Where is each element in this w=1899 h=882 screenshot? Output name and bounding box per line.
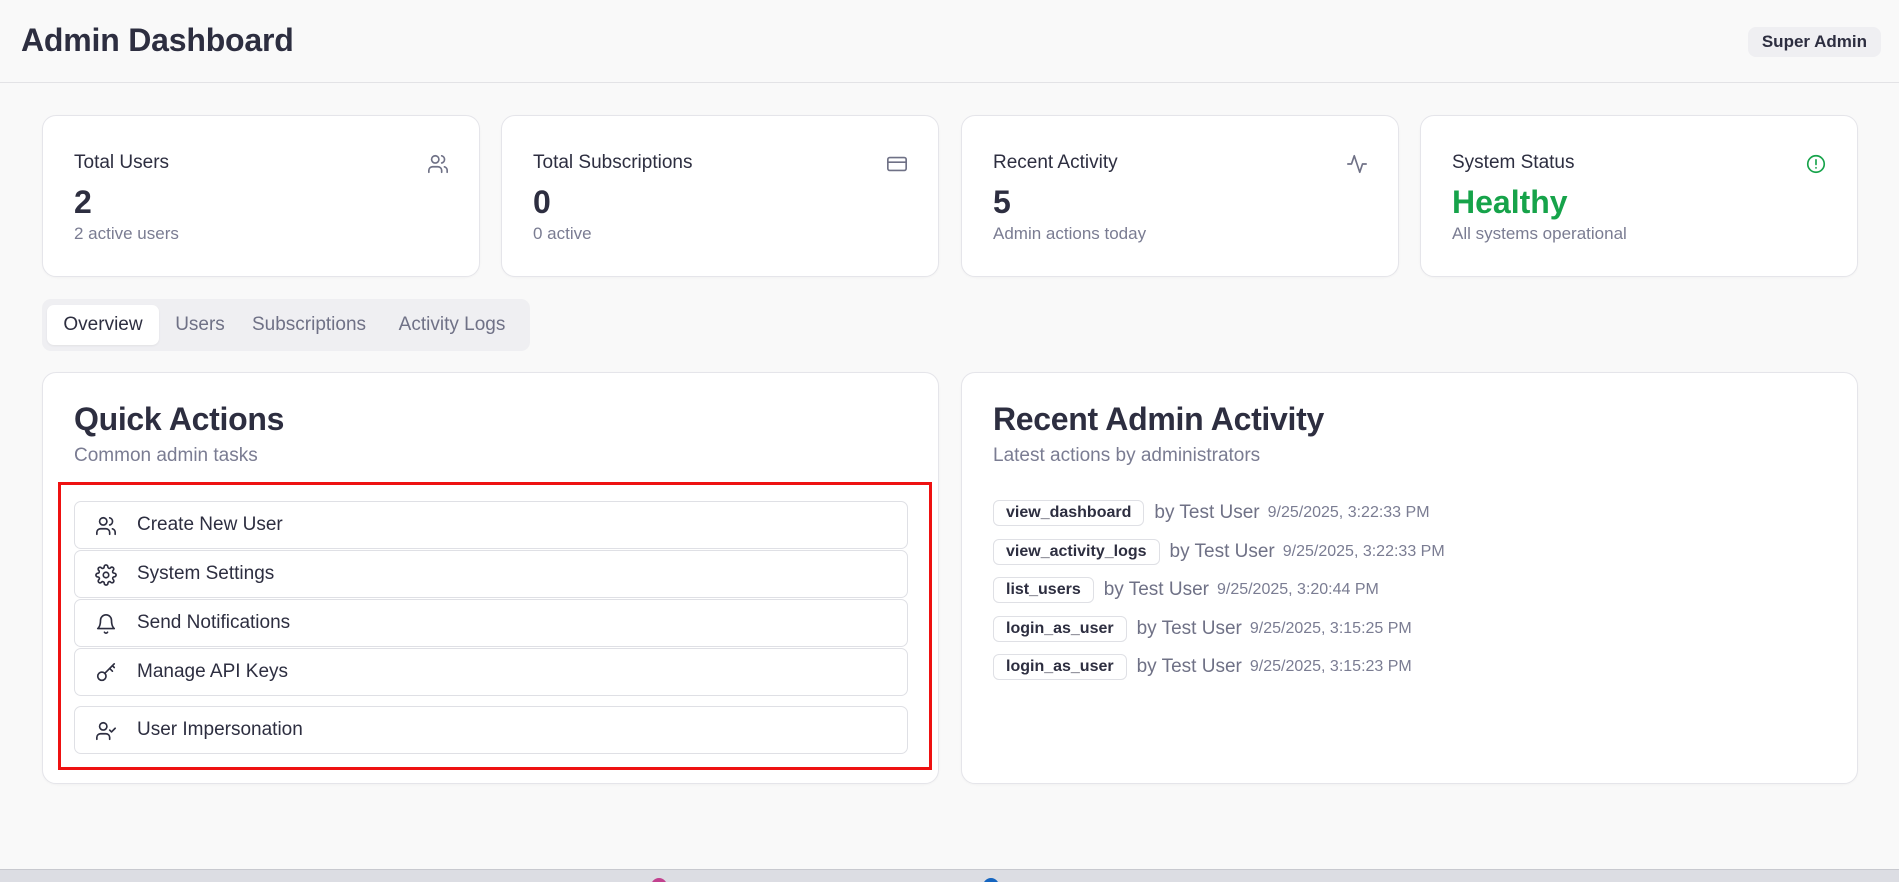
activity-item: view_activity_logs by Test User 9/25/2025,… [993, 539, 1445, 567]
activity-action-badge: login_as_user [993, 616, 1127, 642]
quick-actions-title: Quick Actions [74, 401, 285, 437]
stat-title: Total Users [74, 152, 170, 173]
tab-subscriptions[interactable]: Subscriptions [241, 305, 377, 345]
users-icon [96, 516, 116, 536]
stat-value: 5 [993, 184, 1011, 220]
taskbar-app-icon[interactable] [983, 878, 999, 882]
activity-timestamp: 9/25/2025, 3:22:33 PM [1267, 504, 1430, 521]
activity-user: by Test User [1103, 579, 1209, 600]
manage-api-keys-button[interactable]: Manage API Keys [74, 648, 908, 696]
user-impersonation-button[interactable]: User Impersonation [74, 706, 908, 754]
tab-users[interactable]: Users [164, 305, 236, 345]
button-label: Send Notifications [137, 612, 291, 633]
os-taskbar [0, 869, 1899, 882]
tab-overview[interactable]: Overview [47, 305, 159, 345]
tab-activity-logs[interactable]: Activity Logs [382, 305, 522, 345]
page-title: Admin Dashboard [21, 22, 294, 58]
recent-activity-title: Recent Admin Activity [993, 401, 1324, 437]
activity-item: login_as_user by Test User 9/25/2025, 3:15… [993, 654, 1412, 682]
button-label: User Impersonation [137, 719, 303, 740]
stat-value: 0 [533, 184, 551, 220]
activity-icon [1347, 154, 1367, 174]
activity-action-badge: login_as_user [993, 654, 1127, 680]
button-label: System Settings [137, 563, 275, 584]
stat-title: Total Subscriptions [533, 152, 693, 173]
recent-activity-card: Recent Admin Activity Latest actions by … [961, 372, 1858, 784]
quick-actions-card: Quick Actions Common admin tasks Create … [42, 372, 939, 784]
activity-item: login_as_user by Test User 9/25/2025, 3:15… [993, 616, 1412, 644]
stat-value: Healthy [1452, 184, 1568, 220]
activity-action-badge: view_dashboard [993, 500, 1145, 526]
stat-card-total-users: Total Users 2 2 active users [42, 115, 480, 277]
stat-subtitle: Admin actions today [993, 224, 1147, 243]
button-label: Manage API Keys [137, 661, 289, 682]
user-check-icon [96, 721, 116, 741]
activity-item: view_dashboard by Test User 9/25/2025, 3:2… [993, 500, 1430, 528]
create-new-user-button[interactable]: Create New User [74, 501, 908, 549]
stat-subtitle: All systems operational [1452, 224, 1627, 243]
button-label: Create New User [137, 514, 283, 535]
quick-actions-subtitle: Common admin tasks [74, 445, 258, 466]
activity-action-badge: list_users [993, 577, 1094, 603]
stat-subtitle: 2 active users [74, 224, 179, 243]
stat-card-system-status: System Status Healthy All systems operat… [1420, 115, 1858, 277]
credit-card-icon [887, 156, 907, 172]
stat-card-recent-activity: Recent Activity 5 Admin actions today [961, 115, 1399, 277]
users-icon [428, 154, 448, 174]
stat-title: Recent Activity [993, 152, 1118, 173]
activity-timestamp: 9/25/2025, 3:20:44 PM [1216, 581, 1379, 598]
activity-item: list_users by Test User 9/25/2025, 3:20:44… [993, 577, 1379, 605]
recent-activity-subtitle: Latest actions by administrators [993, 445, 1261, 466]
activity-user: by Test User [1136, 656, 1242, 677]
send-notifications-button[interactable]: Send Notifications [74, 599, 908, 647]
stat-card-total-subscriptions: Total Subscriptions 0 0 active [501, 115, 939, 277]
activity-timestamp: 9/25/2025, 3:15:25 PM [1249, 620, 1412, 637]
activity-timestamp: 9/25/2025, 3:15:23 PM [1249, 658, 1412, 675]
alert-circle-icon [1806, 154, 1826, 174]
bell-icon [96, 614, 116, 634]
key-icon [96, 663, 116, 682]
activity-user: by Test User [1136, 618, 1242, 639]
tab-list: Overview Users Subscriptions Activity Lo… [42, 299, 530, 351]
role-badge: Super Admin [1747, 27, 1881, 57]
taskbar-app-icon[interactable] [651, 878, 667, 882]
activity-user: by Test User [1169, 541, 1275, 562]
activity-timestamp: 9/25/2025, 3:22:33 PM [1282, 543, 1445, 560]
stat-value: 2 [74, 184, 92, 220]
system-settings-button[interactable]: System Settings [74, 550, 908, 598]
page-header: Admin Dashboard Super Admin [0, 0, 1899, 83]
gear-icon [95, 564, 117, 586]
activity-action-badge: view_activity_logs [993, 539, 1160, 565]
stat-title: System Status [1452, 152, 1575, 173]
stat-subtitle: 0 active [533, 224, 592, 243]
activity-user: by Test User [1154, 502, 1260, 523]
